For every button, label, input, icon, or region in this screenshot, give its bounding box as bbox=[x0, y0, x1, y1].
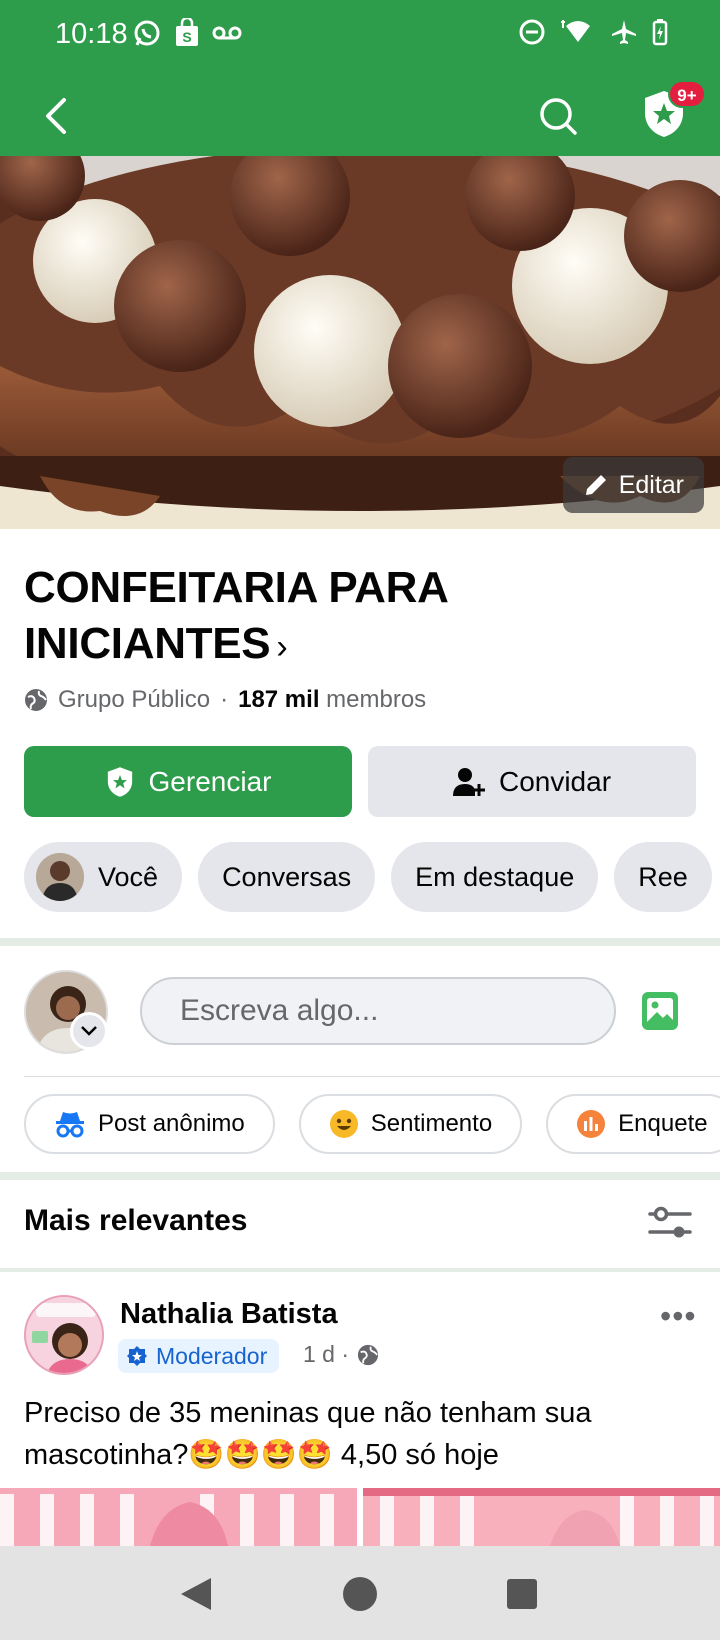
filter-sliders-icon[interactable] bbox=[646, 1204, 694, 1244]
post-time-text: 1 d · bbox=[303, 1341, 350, 1367]
tab-featured-label: Em destaque bbox=[415, 861, 575, 892]
anonymous-post-label: Post anônimo bbox=[98, 1110, 245, 1137]
svg-text:S: S bbox=[182, 29, 191, 45]
search-icon bbox=[540, 98, 577, 135]
moderator-label: Moderador bbox=[156, 1342, 268, 1369]
edit-cover-label: Editar bbox=[618, 470, 684, 499]
status-bar: 10:18 S bbox=[0, 0, 720, 76]
tab-reels-label: Ree bbox=[638, 861, 688, 892]
system-home-button[interactable] bbox=[336, 1570, 384, 1618]
section-divider bbox=[0, 938, 720, 946]
group-title[interactable]: CONFEITARIA PARA INICIANTES › bbox=[24, 560, 584, 675]
group-tabs: Você Conversas Em destaque Ree bbox=[24, 842, 720, 912]
manage-button[interactable]: Gerenciar bbox=[24, 746, 352, 817]
system-back-button[interactable] bbox=[172, 1570, 220, 1618]
shopping-bag-icon: S bbox=[176, 18, 198, 46]
poll-button[interactable]: Enquete bbox=[546, 1094, 720, 1154]
user-avatar bbox=[36, 853, 84, 901]
feeling-label: Sentimento bbox=[370, 1110, 493, 1137]
globe-icon bbox=[357, 1344, 379, 1365]
composer-placeholder: Escreva algo... bbox=[180, 994, 379, 1027]
status-left-icons: S bbox=[132, 18, 242, 48]
invite-button[interactable]: Convidar bbox=[368, 746, 696, 817]
system-recents-button[interactable] bbox=[498, 1570, 546, 1618]
post-time: 1 d · bbox=[303, 1341, 379, 1368]
post-author-name[interactable]: Nathalia Batista bbox=[120, 1298, 338, 1331]
notification-badge: 9+ bbox=[668, 80, 706, 108]
member-label: membros bbox=[326, 686, 427, 713]
moderator-badge: Moderador bbox=[118, 1339, 280, 1373]
post-options: Post anônimo Sentimento Enquete bbox=[24, 1094, 720, 1154]
manage-label: Gerenciar bbox=[148, 765, 272, 797]
status-time: 10:18 bbox=[55, 18, 128, 50]
post-text: Preciso de 35 meninas que não tenham sua… bbox=[24, 1397, 592, 1471]
post-image-preview bbox=[0, 1488, 720, 1546]
battery-charging-icon bbox=[652, 19, 668, 46]
wifi-icon bbox=[561, 20, 590, 42]
triangle-back-icon bbox=[181, 1578, 211, 1610]
feeling-button[interactable]: Sentimento bbox=[298, 1094, 523, 1154]
meta-separator: · bbox=[220, 686, 229, 713]
tab-conversations-label: Conversas bbox=[222, 861, 352, 892]
incognito-icon bbox=[56, 1112, 84, 1138]
poll-label: Enquete bbox=[618, 1110, 708, 1137]
status-right-icons bbox=[518, 18, 668, 46]
group-privacy: Grupo Público bbox=[58, 686, 211, 713]
circle-home-icon bbox=[343, 1577, 377, 1611]
header-bar: 9+ bbox=[0, 76, 720, 156]
post-more-options-button[interactable]: ••• bbox=[660, 1298, 697, 1335]
profile-switcher-button[interactable] bbox=[70, 1012, 108, 1050]
composer-divider bbox=[24, 1076, 720, 1077]
search-button[interactable] bbox=[530, 88, 586, 144]
member-count: 187 mil bbox=[238, 686, 320, 713]
post-author-avatar[interactable] bbox=[24, 1295, 104, 1375]
tab-conversations[interactable]: Conversas bbox=[198, 842, 376, 912]
chevron-right-icon: › bbox=[276, 628, 288, 666]
smiley-icon bbox=[329, 1110, 358, 1138]
invite-label: Convidar bbox=[498, 765, 612, 797]
post-images[interactable] bbox=[0, 1488, 720, 1546]
back-button[interactable] bbox=[28, 88, 84, 144]
cover-photo[interactable]: Editar bbox=[0, 156, 720, 529]
square-recents-icon bbox=[507, 1579, 537, 1609]
voicemail-icon bbox=[212, 26, 242, 40]
poll-icon bbox=[577, 1110, 606, 1138]
composer-input[interactable]: Escreva algo... bbox=[140, 977, 616, 1045]
back-arrow-icon bbox=[46, 98, 66, 134]
group-meta: Grupo Público · 187 mil membros bbox=[24, 686, 426, 714]
anonymous-post-button[interactable]: Post anônimo bbox=[24, 1094, 275, 1154]
section-divider bbox=[0, 1172, 720, 1180]
tab-featured[interactable]: Em destaque bbox=[391, 842, 599, 912]
system-navigation-bar bbox=[0, 1546, 720, 1640]
tab-you[interactable]: Você bbox=[24, 842, 183, 912]
globe-icon bbox=[25, 689, 47, 711]
whatsapp-icon bbox=[134, 20, 160, 46]
edit-cover-button[interactable]: Editar bbox=[562, 457, 704, 513]
section-divider bbox=[0, 1268, 720, 1272]
chevron-down-icon bbox=[81, 1026, 97, 1036]
add-person-icon bbox=[452, 767, 485, 796]
photo-icon[interactable] bbox=[640, 990, 680, 1032]
do-not-disturb-icon bbox=[519, 19, 545, 45]
pencil-icon bbox=[585, 475, 606, 495]
airplane-mode-icon bbox=[612, 20, 636, 44]
shield-star-icon bbox=[107, 766, 132, 797]
tab-reels[interactable]: Ree bbox=[614, 842, 712, 912]
moderator-star-icon bbox=[127, 1346, 147, 1366]
tab-you-label: Você bbox=[98, 861, 159, 892]
feed-sort-label: Mais relevantes bbox=[24, 1204, 248, 1237]
group-title-text: CONFEITARIA PARA INICIANTES bbox=[24, 563, 447, 668]
